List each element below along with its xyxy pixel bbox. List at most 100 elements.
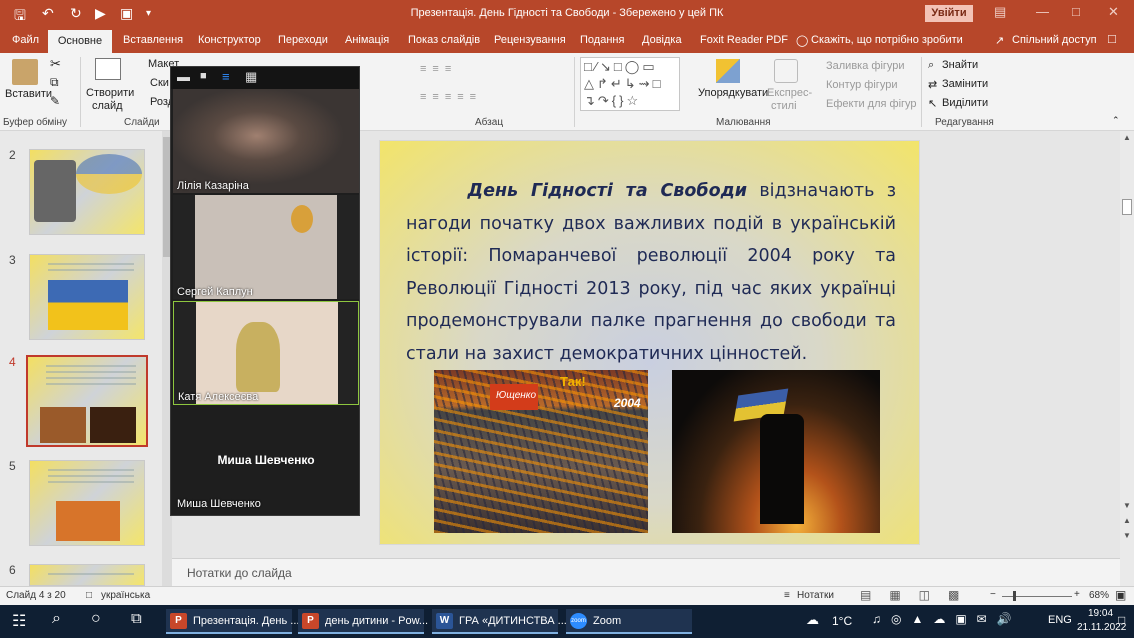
thumb-number: 3	[9, 253, 16, 267]
shape-outline-button[interactable]: Контур фігури	[826, 79, 897, 91]
tab-file[interactable]: Файл	[12, 34, 39, 46]
taskbar-app-zoom[interactable]: zoom Zoom	[566, 609, 692, 634]
close-icon[interactable]: ✕	[1108, 4, 1119, 20]
language-indicator[interactable]: українська	[101, 590, 150, 601]
slide-thumbnail-2[interactable]	[29, 149, 145, 235]
notes-toggle[interactable]: Нотатки	[797, 590, 834, 601]
scroll-down-icon[interactable]: ▼	[1123, 501, 1131, 510]
zoom-slider-thumb[interactable]	[1013, 591, 1016, 601]
thumb-text	[48, 573, 134, 575]
video-tile[interactable]: Сергей Каплун	[173, 195, 359, 299]
view-buttons[interactable]: ▤▦◫▩	[860, 588, 977, 602]
slide-thumbnail-3[interactable]	[29, 254, 145, 340]
next-slide-icon[interactable]: ▼	[1123, 531, 1131, 540]
sign-in-button[interactable]: Увійти	[925, 5, 973, 22]
weather-icon[interactable]: ☁	[806, 612, 819, 628]
editor-scrollbar[interactable]: ▲ ▼ ▲ ▼	[1120, 131, 1134, 586]
status-bar: Слайд 4 з 20 □ українська ≡ Нотатки ▤▦◫▩…	[0, 586, 1134, 605]
shapes-gallery[interactable]: □∕↘□◯▭ △↱↵↳⇝□ ↴↷{}☆	[580, 57, 680, 111]
revolution-of-dignity-photo[interactable]	[672, 370, 880, 533]
minimize-icon[interactable]: —	[1036, 4, 1049, 19]
slide-thumbnail-6[interactable]	[29, 564, 145, 586]
zoom-video-panel[interactable]: ▬ ■ ≡ ▦ Лілія Казаріна Сергей Каплун Кат…	[170, 66, 360, 516]
tab-help[interactable]: Довідка	[642, 34, 682, 46]
notes-pane[interactable]: Нотатки до слайда	[172, 558, 1120, 586]
spellcheck-icon[interactable]: □	[86, 590, 92, 601]
notifications-icon[interactable]: □	[1118, 613, 1125, 627]
copy-icon[interactable]: ⧉	[50, 75, 59, 90]
replace-button[interactable]: Замінити	[942, 78, 988, 90]
taskbar-app-powerpoint-1[interactable]: P Презентація. День ...	[166, 609, 299, 634]
tab-design[interactable]: Конструктор	[198, 34, 261, 46]
portrait-image	[34, 160, 76, 222]
tab-insert[interactable]: Вставлення	[123, 34, 183, 46]
scroll-up-icon[interactable]: ▲	[1123, 133, 1131, 142]
gallery-view-icon[interactable]: ▦	[245, 69, 257, 85]
minimize-video-icon[interactable]: ▬	[177, 69, 190, 84]
cut-icon[interactable]: ✂	[50, 56, 61, 72]
paste-icon[interactable]	[12, 59, 38, 85]
taskbar-app-word[interactable]: W ГРА «ДИТИНСТВА ...	[432, 609, 567, 634]
quick-styles-button[interactable]: Експрес-	[767, 87, 812, 99]
thumb-photo	[56, 501, 120, 541]
tray-icons[interactable]: ♫◎▲☁▣✉🔊	[872, 612, 1022, 626]
select-button[interactable]: Виділити	[942, 97, 988, 109]
tab-view[interactable]: Подання	[580, 34, 624, 46]
tab-transitions[interactable]: Переходи	[278, 34, 328, 46]
slide-thumbnail-4[interactable]	[26, 355, 148, 447]
find-button[interactable]: Знайти	[942, 59, 978, 71]
video-tile-no-camera[interactable]: Миша Шевченко Миша Шевченко	[173, 407, 359, 511]
replace-icon: ⇄	[928, 79, 938, 91]
video-tile[interactable]: Лілія Казаріна	[173, 89, 359, 193]
comments-icon[interactable]: □	[1108, 31, 1116, 46]
slide-text-box[interactable]: День Гідності та Свободи відзначають з н…	[406, 175, 896, 370]
task-view-icon[interactable]: ⧉	[131, 610, 142, 627]
new-slide-button[interactable]: Створити	[86, 87, 134, 99]
divider	[80, 57, 81, 127]
shape-fill-button[interactable]: Заливка фігури	[826, 60, 905, 72]
arrange-button[interactable]: Упорядкувати	[698, 87, 768, 99]
zoom-panel-toolbar: ▬ ■ ≡ ▦	[171, 67, 359, 89]
reset-button[interactable]: Ски	[150, 77, 169, 89]
scroll-thumb[interactable]	[1122, 199, 1132, 215]
search-icon[interactable]: ⌕	[52, 610, 61, 628]
tell-me-search[interactable]: Скажіть, що потрібно зробити	[811, 34, 963, 46]
powerpoint-icon: P	[302, 613, 319, 629]
shape-effects-button[interactable]: Ефекти для фігур	[826, 98, 917, 110]
fit-slide-icon[interactable]: ▣	[1115, 588, 1126, 602]
list-icons[interactable]: ≡≡≡	[420, 63, 457, 75]
tab-foxit[interactable]: Foxit Reader PDF	[700, 34, 788, 46]
quick-styles-icon[interactable]	[774, 59, 798, 83]
orange-revolution-photo[interactable]: Ющенко Так! 2004	[434, 370, 648, 533]
cortana-icon[interactable]: ○	[91, 610, 101, 628]
zoom-level[interactable]: 68%	[1089, 590, 1109, 601]
zoom-in-icon[interactable]: +	[1074, 589, 1080, 600]
tab-slideshow[interactable]: Показ слайдів	[408, 34, 480, 46]
share-button[interactable]: Спільний доступ	[1012, 34, 1097, 46]
tab-review[interactable]: Рецензування	[494, 34, 566, 46]
video-tile-active[interactable]: Катя Алексеєва	[173, 301, 359, 405]
speaker-view-icon[interactable]: ≡	[222, 69, 230, 84]
taskbar-app-label: день дитини - Pow...	[325, 615, 429, 627]
weather-temp[interactable]: 1°C	[832, 614, 852, 628]
align-icons[interactable]: ≡≡≡≡≡	[420, 91, 482, 103]
statue-silhouette	[760, 414, 804, 524]
tab-animations[interactable]: Анімація	[345, 34, 389, 46]
maximize-icon[interactable]: □	[1072, 4, 1080, 19]
slide-thumbnail-5[interactable]	[29, 460, 145, 546]
taskbar-app-powerpoint-2[interactable]: P день дитини - Pow...	[298, 609, 428, 634]
slide-canvas[interactable]: День Гідності та Свободи відзначають з н…	[379, 140, 920, 545]
collapse-ribbon-icon[interactable]: ⌃	[1112, 115, 1120, 126]
previous-slide-icon[interactable]: ▲	[1123, 516, 1131, 525]
hide-video-icon[interactable]: ■	[200, 70, 207, 82]
format-painter-icon[interactable]: ✎	[50, 94, 60, 108]
windows-start-icon[interactable]: ☷	[12, 611, 26, 631]
input-language[interactable]: ENG	[1048, 614, 1072, 626]
ribbon-display-icon[interactable]: ▤	[994, 4, 1006, 20]
zoom-out-icon[interactable]: −	[990, 589, 996, 600]
tab-home[interactable]: Основне	[48, 30, 112, 53]
new-slide-icon[interactable]	[95, 58, 121, 80]
arrange-icon[interactable]	[716, 59, 740, 83]
paste-button[interactable]: Вставити	[5, 88, 52, 100]
clock-time[interactable]: 19:04	[1088, 608, 1113, 619]
